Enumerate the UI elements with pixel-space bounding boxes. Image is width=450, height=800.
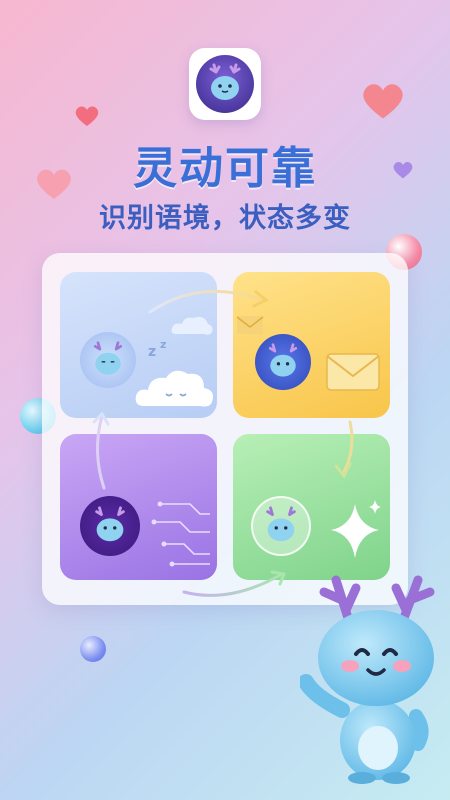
dragon-mascot-icon (196, 55, 254, 113)
state-tile-sparkle (233, 434, 390, 580)
state-tile-sleep: z z (60, 272, 217, 418)
circuit-icon (151, 501, 210, 567)
blue-orb (80, 636, 106, 662)
heart-icon (363, 84, 403, 119)
state-tile-circuit (60, 434, 217, 580)
envelope-icon (236, 316, 264, 334)
sleep-zz-icon: z z (148, 338, 166, 360)
state-tile-mail (233, 272, 390, 418)
envelope-icon (326, 353, 380, 391)
mascot-avatar (80, 496, 140, 556)
sleeping-cloud-icon (135, 370, 213, 407)
page-title: 灵动可靠 (133, 143, 317, 194)
mascot-avatar (80, 332, 136, 388)
cloud-icon (171, 316, 213, 335)
mascot-avatar (251, 496, 311, 556)
sparkle-icon (331, 500, 381, 558)
dragon-mascot (300, 575, 435, 784)
mascot-avatar (255, 334, 311, 390)
app-icon (189, 48, 261, 120)
svg-text:z: z (148, 344, 156, 360)
page-subtitle: 识别语境，状态多变 (99, 203, 351, 234)
svg-text:z: z (160, 338, 166, 351)
heart-icon (75, 106, 99, 126)
